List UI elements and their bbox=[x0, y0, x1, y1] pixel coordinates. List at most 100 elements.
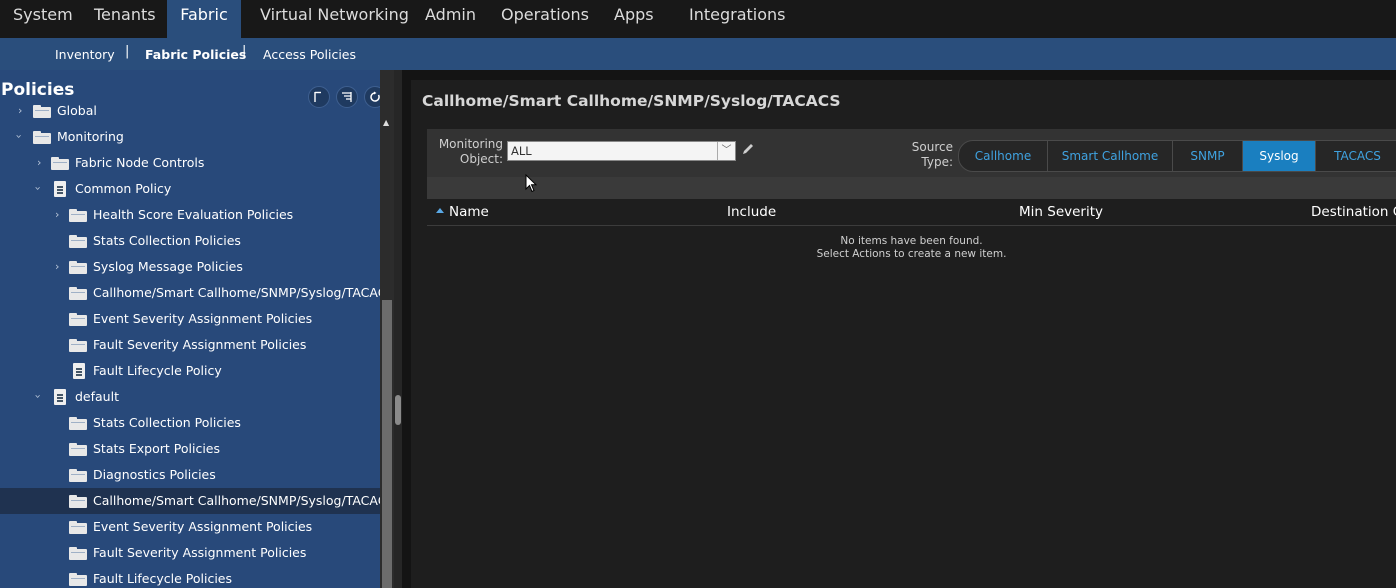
folder-icon bbox=[51, 157, 69, 170]
tab-integrations[interactable]: Integrations bbox=[689, 0, 786, 29]
tree-item-label: default bbox=[75, 389, 119, 404]
document-icon bbox=[54, 389, 66, 405]
folder-icon bbox=[69, 313, 87, 326]
monitoring-object-label: Monitoring Object: bbox=[435, 137, 503, 167]
label-line: Object: bbox=[459, 152, 503, 166]
tab-apps[interactable]: Apps bbox=[614, 0, 654, 29]
chevron-right-icon[interactable]: › bbox=[18, 104, 22, 117]
label-line: Monitoring bbox=[438, 137, 503, 151]
folder-icon bbox=[69, 235, 87, 248]
tree-item-fault-lifecycle[interactable]: Fault Lifecycle Policy bbox=[0, 358, 380, 384]
chevron-down-icon[interactable]: › bbox=[32, 186, 45, 190]
tree-item-stats-collection[interactable]: Stats Collection Policies bbox=[0, 410, 380, 436]
column-header-name[interactable]: Name bbox=[449, 204, 489, 220]
folder-icon bbox=[33, 105, 51, 118]
folder-icon bbox=[69, 495, 87, 508]
folder-icon bbox=[69, 209, 87, 222]
column-header-include[interactable]: Include bbox=[727, 204, 776, 220]
tree-item-label: Stats Export Policies bbox=[93, 441, 221, 456]
subnav-separator: | bbox=[242, 44, 247, 59]
sub-navigation: Inventory | Fabric Policies | Access Pol… bbox=[0, 38, 1396, 70]
tree-item-label: Callhome/Smart Callhome/SNMP/Syslog/TACA… bbox=[93, 493, 380, 508]
tree-item-event-severity[interactable]: Event Severity Assignment Policies bbox=[0, 306, 380, 332]
tree-item-label: Health Score Evaluation Policies bbox=[93, 207, 294, 222]
tree-item-event-severity[interactable]: Event Severity Assignment Policies bbox=[0, 514, 380, 540]
tab-fabric[interactable]: Fabric bbox=[167, 0, 241, 38]
table-header: Name Include Min Severity Destination G bbox=[427, 199, 1396, 226]
tree-item-label: Common Policy bbox=[75, 181, 172, 196]
empty-state-message: No items have been found. Select Actions… bbox=[427, 235, 1396, 261]
source-type-label: Source Type: bbox=[899, 140, 953, 170]
tree-item-label: Fault Lifecycle Policy bbox=[93, 363, 222, 378]
tree-item-label: Global bbox=[57, 103, 97, 118]
tab-virtual-networking[interactable]: Virtual Networking bbox=[260, 0, 409, 29]
source-type-smart-callhome[interactable]: Smart Callhome bbox=[1047, 141, 1172, 171]
source-type-callhome[interactable]: Callhome bbox=[959, 141, 1047, 171]
filter-bar: Monitoring Object: ALL ﹀ Source Type: Ca… bbox=[427, 129, 1396, 177]
subnav-access-policies[interactable]: Access Policies bbox=[263, 47, 356, 62]
tree-item-diagnostics[interactable]: Diagnostics Policies bbox=[0, 462, 380, 488]
tab-tenants[interactable]: Tenants bbox=[94, 0, 156, 29]
subnav-fabric-policies[interactable]: Fabric Policies bbox=[145, 47, 246, 62]
tree-item-label: Fault Severity Assignment Policies bbox=[93, 337, 307, 352]
chevron-down-icon[interactable]: › bbox=[32, 394, 45, 398]
tree-scrollbar[interactable]: ▲ bbox=[380, 70, 394, 588]
tree-item-label: Monitoring bbox=[57, 129, 124, 144]
tree-item-label: Event Severity Assignment Policies bbox=[93, 519, 313, 534]
tab-admin[interactable]: Admin bbox=[425, 0, 476, 29]
page-title: Callhome/Smart Callhome/SNMP/Syslog/TACA… bbox=[422, 92, 841, 110]
column-header-destination[interactable]: Destination G bbox=[1311, 204, 1396, 220]
panel-title: Policies bbox=[1, 80, 75, 100]
tree-item-stats-collection[interactable]: Stats Collection Policies bbox=[0, 228, 380, 254]
tree-item-label: Fault Lifecycle Policies bbox=[93, 571, 233, 586]
tree-item-common-policy[interactable]: › Common Policy bbox=[0, 176, 380, 202]
scroll-up-arrow-icon[interactable]: ▲ bbox=[383, 118, 389, 127]
source-type-syslog[interactable]: Syslog bbox=[1242, 141, 1315, 171]
source-type-selector: Callhome Smart Callhome SNMP Syslog TACA… bbox=[958, 140, 1396, 172]
scrollbar-thumb[interactable] bbox=[382, 300, 392, 588]
chevron-down-icon[interactable]: › bbox=[13, 134, 26, 138]
source-type-snmp[interactable]: SNMP bbox=[1172, 141, 1242, 171]
content-panel: Callhome/Smart Callhome/SNMP/Syslog/TACA… bbox=[402, 70, 1396, 588]
tab-operations[interactable]: Operations bbox=[501, 0, 589, 29]
sort-ascending-icon[interactable] bbox=[436, 208, 444, 213]
select-value: ALL bbox=[511, 144, 532, 158]
tree-item-global[interactable]: › Global bbox=[0, 98, 380, 124]
folder-icon bbox=[69, 261, 87, 274]
tree-item-fault-lifecycle-policies[interactable]: Fault Lifecycle Policies bbox=[0, 566, 380, 588]
tree-item-fault-severity[interactable]: Fault Severity Assignment Policies bbox=[0, 540, 380, 566]
chevron-right-icon[interactable]: › bbox=[55, 260, 59, 273]
tree-item-health-score[interactable]: › Health Score Evaluation Policies bbox=[0, 202, 380, 228]
panel-divider[interactable] bbox=[394, 70, 402, 588]
policy-tree: › Global › Monitoring › Fabric Node Cont… bbox=[0, 103, 380, 588]
folder-icon bbox=[69, 339, 87, 352]
tree-item-fault-severity[interactable]: Fault Severity Assignment Policies bbox=[0, 332, 380, 358]
tab-system[interactable]: System bbox=[13, 0, 73, 29]
chevron-down-icon[interactable]: ﹀ bbox=[717, 142, 735, 160]
source-type-tacacs[interactable]: TACACS bbox=[1315, 141, 1396, 171]
subnav-inventory[interactable]: Inventory bbox=[55, 47, 115, 62]
monitoring-object-select[interactable]: ALL ﹀ bbox=[507, 141, 736, 161]
empty-state-line: Select Actions to create a new item. bbox=[816, 248, 1007, 260]
tree-item-label: Event Severity Assignment Policies bbox=[93, 311, 313, 326]
policies-panel: Policies › Global › Monitoring › Fabric … bbox=[0, 70, 380, 588]
label-line: Type: bbox=[921, 155, 953, 169]
tree-item-callhome[interactable]: Callhome/Smart Callhome/SNMP/Syslog/TACA… bbox=[0, 280, 380, 306]
folder-icon bbox=[69, 443, 87, 456]
chevron-right-icon[interactable]: › bbox=[37, 156, 41, 169]
tree-item-label: Callhome/Smart Callhome/SNMP/Syslog/TACA… bbox=[93, 285, 380, 300]
pencil-icon[interactable] bbox=[741, 142, 755, 156]
tree-item-label: Fault Severity Assignment Policies bbox=[93, 545, 307, 560]
column-header-min-severity[interactable]: Min Severity bbox=[1019, 204, 1103, 220]
tree-item-syslog-message[interactable]: › Syslog Message Policies bbox=[0, 254, 380, 280]
tree-item-stats-export[interactable]: Stats Export Policies bbox=[0, 436, 380, 462]
top-navigation: System Tenants Fabric Virtual Networking… bbox=[0, 0, 1396, 38]
tree-item-default[interactable]: › default bbox=[0, 384, 380, 410]
tree-item-fabric-node-controls[interactable]: › Fabric Node Controls bbox=[0, 150, 380, 176]
tree-item-callhome-selected[interactable]: Callhome/Smart Callhome/SNMP/Syslog/TACA… bbox=[0, 488, 380, 514]
chevron-right-icon[interactable]: › bbox=[55, 208, 59, 221]
tree-item-label: Stats Collection Policies bbox=[93, 415, 241, 430]
collapse-handle-icon[interactable] bbox=[395, 395, 401, 425]
document-icon bbox=[73, 363, 85, 379]
tree-item-monitoring[interactable]: › Monitoring bbox=[0, 124, 380, 150]
